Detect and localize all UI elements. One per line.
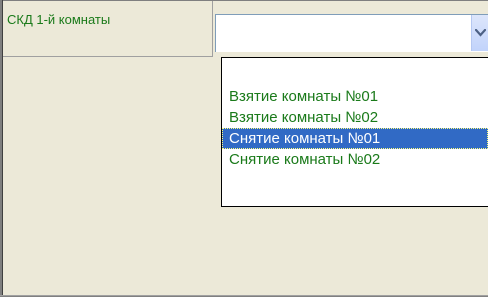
dropdown-option-disarm-room-02[interactable]: Снятие комнаты №02 [222, 149, 488, 170]
property-grid: СКД 1-й комнаты Взятие комнаты №01 Взяти… [0, 0, 488, 297]
dropdown-option-arm-room-01[interactable]: Взятие комнаты №01 [222, 86, 488, 107]
dropdown-option-arm-room-02[interactable]: Взятие комнаты №02 [222, 107, 488, 128]
dropdown-option-empty[interactable] [222, 65, 488, 86]
dropdown-list: Взятие комнаты №01 Взятие комнаты №02 Сн… [221, 57, 488, 207]
property-label-cell[interactable]: СКД 1-й комнаты [3, 1, 213, 57]
dropdown-button[interactable] [471, 15, 488, 51]
dropdown-option-disarm-room-01[interactable]: Снятие комнаты №01 [222, 128, 488, 149]
property-label: СКД 1-й комнаты [7, 12, 111, 27]
chevron-down-icon [475, 29, 486, 37]
event-combobox[interactable] [215, 14, 488, 52]
